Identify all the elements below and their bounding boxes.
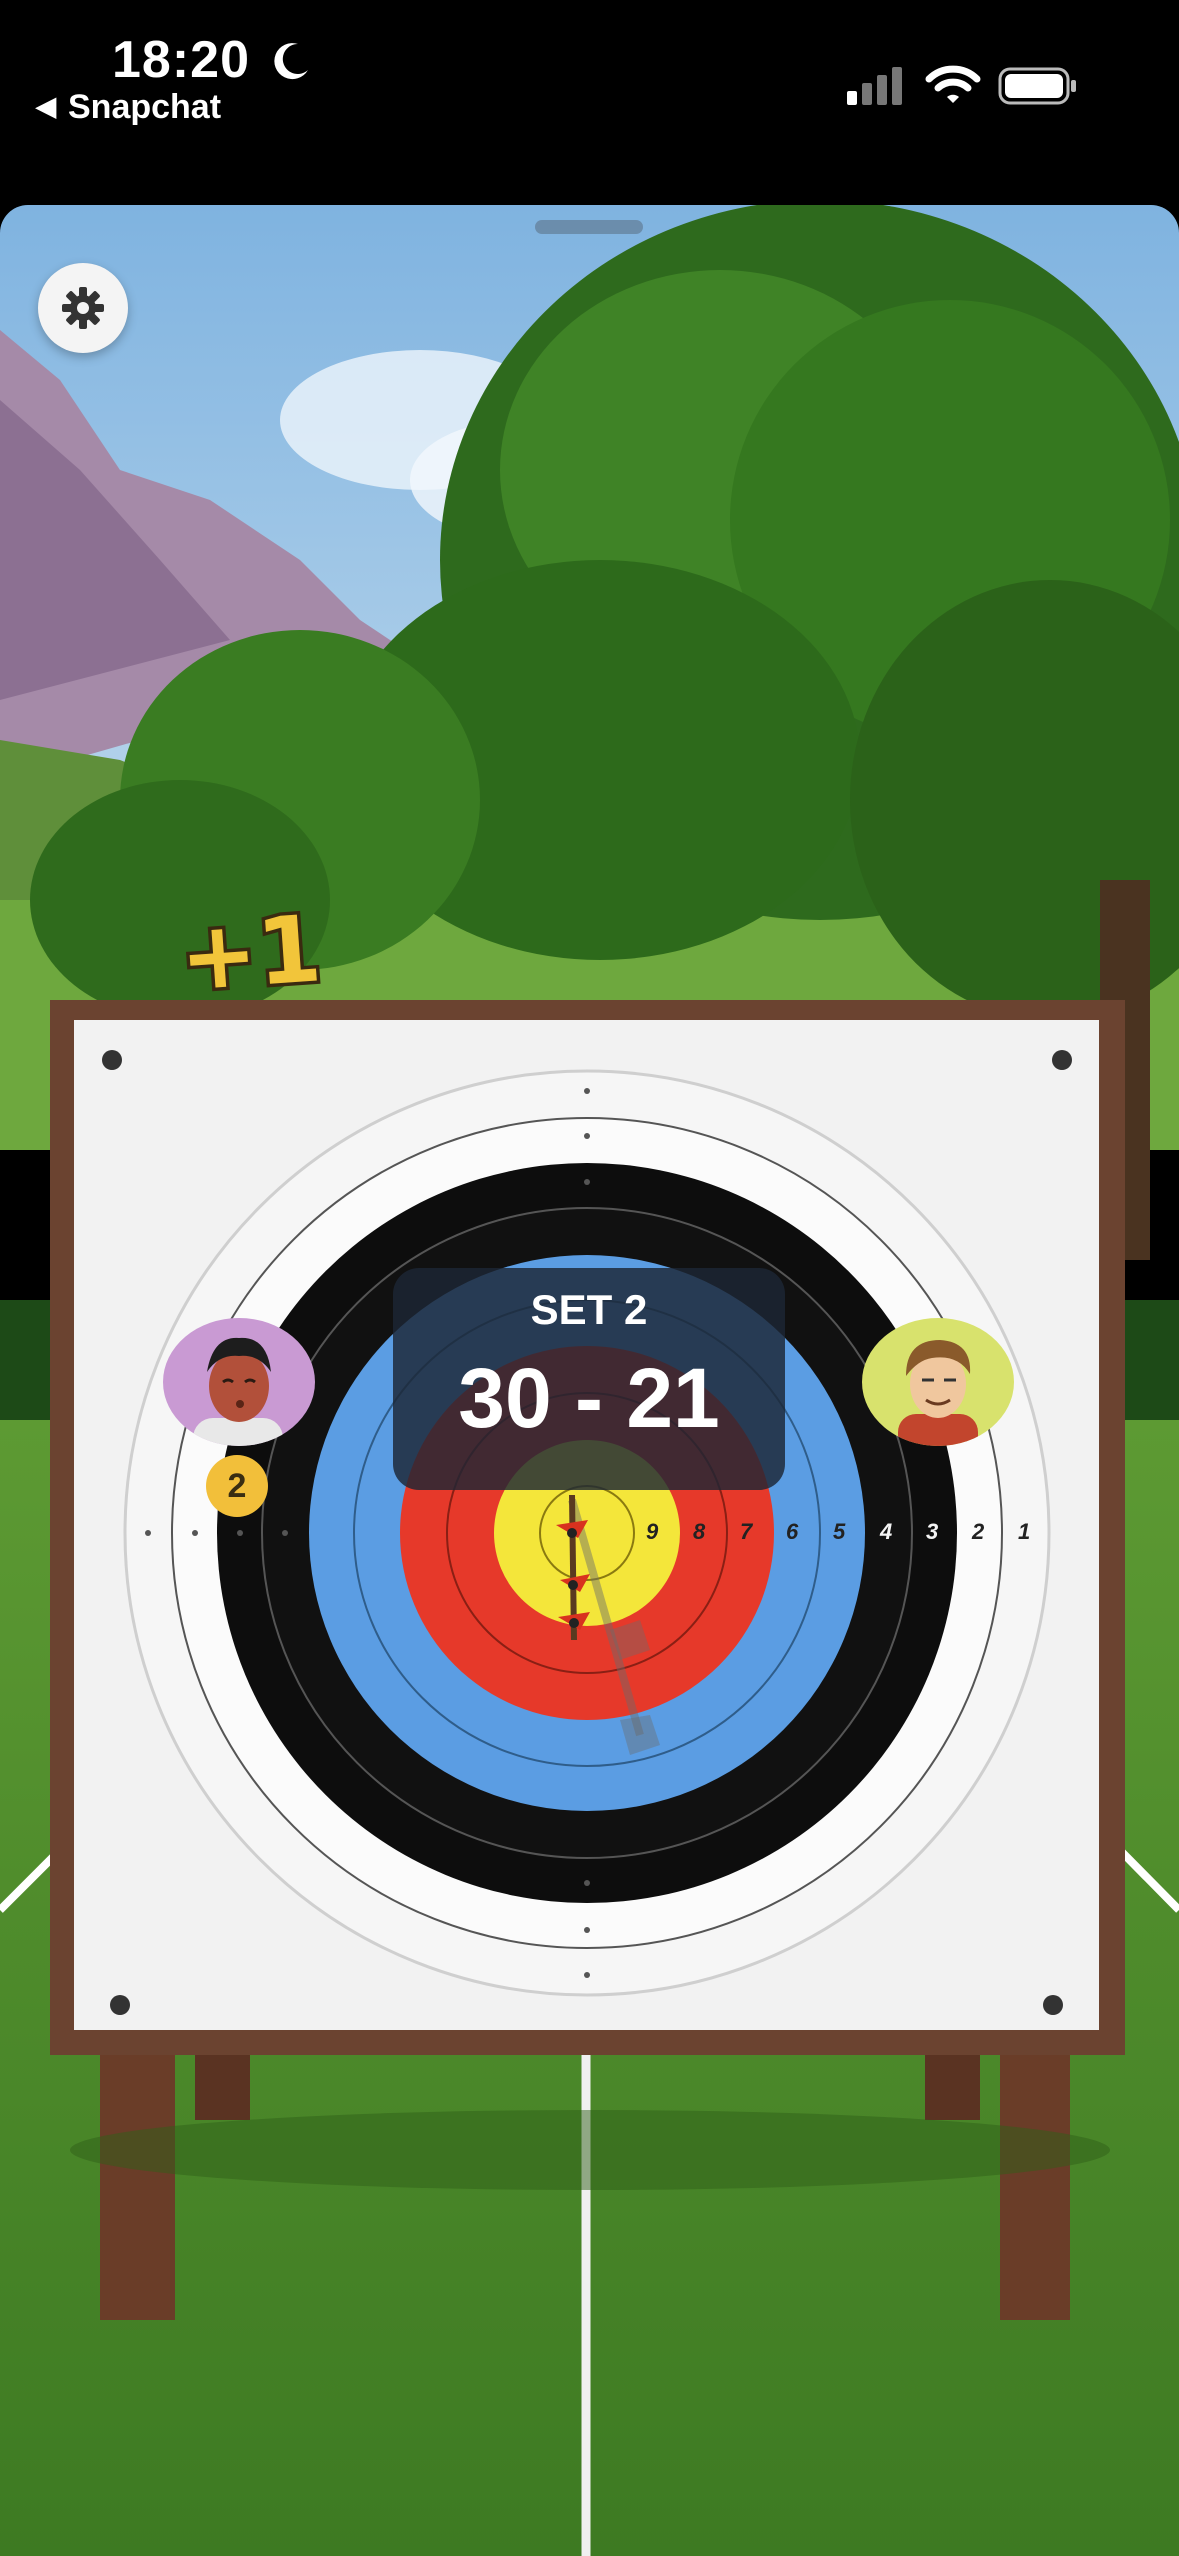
ring-number-1: 1 <box>1018 1519 1031 1544</box>
score-popup: +1 <box>173 892 328 1016</box>
set-label: SET 2 <box>530 1286 648 1333</box>
wifi-icon <box>925 65 981 103</box>
moon-icon <box>274 43 308 80</box>
gear-icon <box>62 287 104 329</box>
ring-number-2: 2 <box>972 1519 985 1544</box>
player-right-avatar[interactable] <box>862 1318 1014 1446</box>
ring-number-6: 6 <box>786 1519 799 1544</box>
ring-number-5: 5 <box>833 1519 846 1544</box>
sheet-grabber-handle[interactable] <box>535 220 643 234</box>
score-panel: SET 2 30 - 21 <box>393 1268 785 1490</box>
player-left-badge: 2 <box>206 1455 268 1517</box>
back-app-label: Snapchat <box>68 88 222 126</box>
ring-number-9: 9 <box>646 1519 659 1544</box>
battery-icon <box>998 67 1076 105</box>
back-arrow-icon: ◀ <box>36 91 56 121</box>
ring-number-7: 7 <box>740 1519 753 1544</box>
match-score: 30 - 21 <box>458 1351 720 1445</box>
player-left-avatar[interactable] <box>163 1318 315 1446</box>
cellular-signal-icon <box>847 67 902 105</box>
ring-number-4: 4 <box>880 1519 893 1544</box>
settings-button[interactable] <box>38 263 128 353</box>
ring-number-8: 8 <box>693 1519 706 1544</box>
back-to-app-link[interactable]: ◀ Snapchat <box>36 88 221 127</box>
status-time: 18:20 <box>112 31 250 89</box>
ring-number-3: 3 <box>926 1519 939 1544</box>
archery-game-view[interactable]: +1 2 SET 2 30 - 21 9 8 7 6 5 4 3 2 1 <box>0 205 1179 2556</box>
